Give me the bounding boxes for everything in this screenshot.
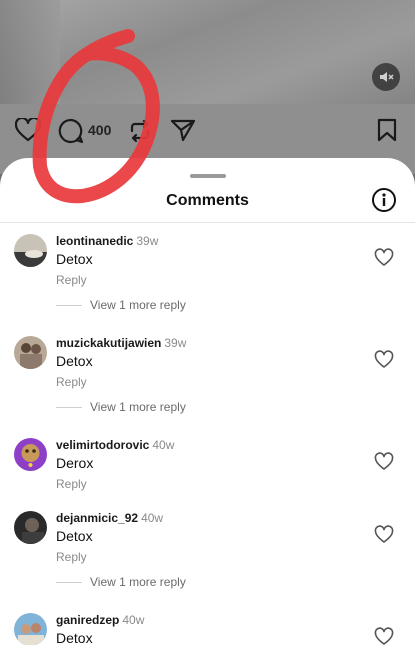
heart-icon[interactable]	[15, 118, 41, 142]
avatar[interactable]	[14, 336, 47, 369]
reply-button[interactable]: Reply	[56, 273, 87, 287]
replies-line	[56, 406, 82, 408]
comment-header: dejanmicic_92 40w	[56, 511, 163, 525]
comment-username[interactable]: velimirtodorovic	[56, 438, 149, 452]
post-media[interactable]	[0, 0, 415, 104]
view-more-replies-label: View 1 more reply	[90, 298, 186, 312]
mute-button[interactable]	[372, 63, 400, 91]
comment-text: Derox	[56, 455, 94, 471]
view-more-replies-label: View 1 more reply	[90, 400, 186, 414]
like-heart-icon[interactable]	[374, 525, 394, 545]
avatar[interactable]	[14, 613, 47, 645]
avatar[interactable]	[14, 234, 47, 267]
comment-header: velimirtodorovic 40w	[56, 438, 174, 452]
comment-text: Detox	[56, 528, 93, 544]
comment-time: 40w	[122, 613, 145, 627]
post-image-shade	[0, 0, 60, 104]
replies-line	[56, 304, 82, 306]
repost-icon[interactable]	[128, 118, 152, 144]
share-icon[interactable]	[170, 118, 196, 142]
info-icon[interactable]	[371, 187, 397, 213]
comment-header: ganiredzep 40w	[56, 613, 144, 627]
comment-time: 39w	[136, 234, 159, 248]
like-heart-icon[interactable]	[374, 627, 394, 645]
like-heart-icon[interactable]	[374, 350, 394, 370]
comment-username[interactable]: muzickakutijawien	[56, 336, 161, 350]
comment-header: muzickakutijawien 39w	[56, 336, 186, 350]
reply-button[interactable]: Reply	[56, 375, 87, 389]
comment-icon[interactable]	[58, 118, 84, 144]
comment-username[interactable]: leontinanedic	[56, 234, 133, 248]
view-more-replies-button[interactable]: View 1 more reply	[56, 575, 186, 589]
comment-time: 39w	[164, 336, 187, 350]
sheet-grabber[interactable]	[190, 174, 226, 178]
sheet-divider	[0, 222, 415, 223]
replies-line	[56, 581, 82, 583]
like-heart-icon[interactable]	[374, 452, 394, 472]
comment-header: leontinanedic 39w	[56, 234, 158, 248]
comment-text: Detox	[56, 353, 93, 369]
avatar[interactable]	[14, 511, 47, 544]
like-heart-icon[interactable]	[374, 248, 394, 268]
view-more-replies-button[interactable]: View 1 more reply	[56, 400, 186, 414]
speaker-muted-icon	[380, 72, 394, 82]
reply-button[interactable]: Reply	[56, 477, 87, 491]
comments-sheet: Comments leontinanedic 39w Detox Reply Vi…	[0, 158, 415, 645]
view-more-replies-button[interactable]: View 1 more reply	[56, 298, 186, 312]
comment-username[interactable]: ganiredzep	[56, 613, 119, 627]
bookmark-icon[interactable]	[377, 118, 397, 142]
comment-text: Detox	[56, 251, 93, 267]
comment-time: 40w	[152, 438, 175, 452]
view-more-replies-label: View 1 more reply	[90, 575, 186, 589]
avatar[interactable]	[14, 438, 47, 471]
sheet-title: Comments	[166, 192, 249, 209]
comment-username[interactable]: dejanmicic_92	[56, 511, 138, 525]
comment-text: Detox	[56, 630, 93, 645]
reply-button[interactable]: Reply	[56, 550, 87, 564]
comment-time: 40w	[141, 511, 164, 525]
comment-count: 400	[88, 122, 112, 138]
